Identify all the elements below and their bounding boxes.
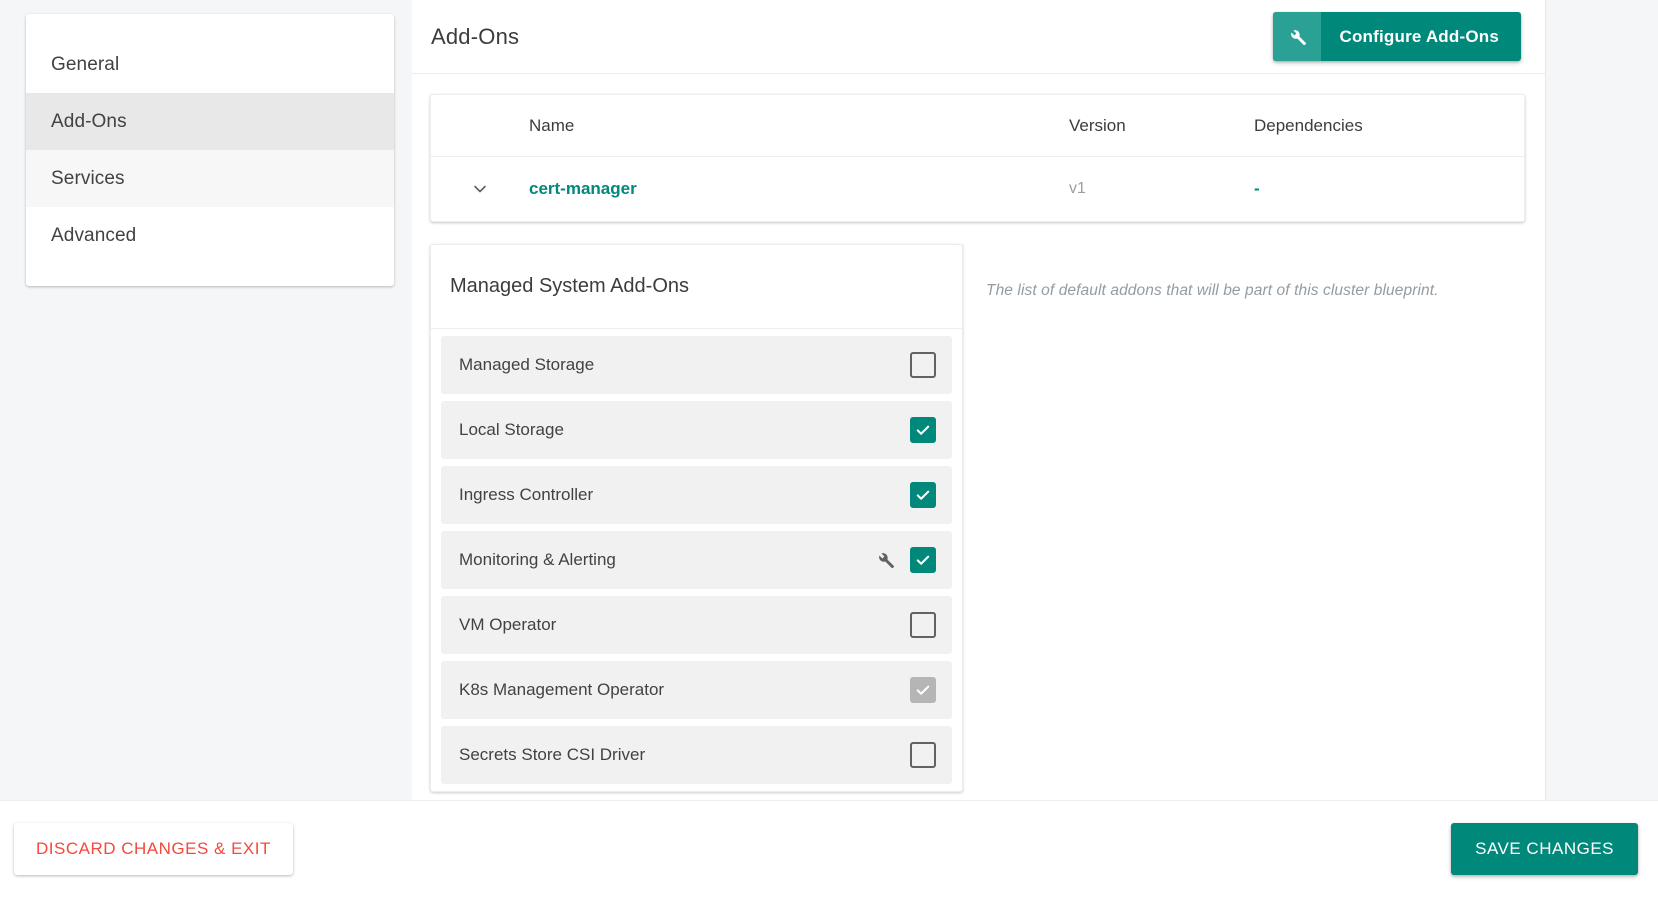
list-item-vm-operator[interactable]: VM Operator — [441, 596, 952, 654]
addon-label: Ingress Controller — [459, 485, 594, 504]
checkbox-vm-operator[interactable] — [910, 612, 936, 638]
addon-label: Local Storage — [459, 420, 564, 439]
sidebar-item-label: General — [51, 53, 120, 75]
main-panel: Add-Ons Configure Add-Ons Name Version D… — [412, 0, 1546, 800]
chevron-down-icon — [470, 179, 490, 199]
managed-system-addons-card: Managed System Add-Ons Managed Storage L… — [430, 244, 963, 792]
addons-table: Name Version Dependencies cert-manager v… — [430, 94, 1525, 222]
addons-info-column: The list of default addons that will be … — [963, 244, 1525, 792]
sidebar-item-advanced[interactable]: Advanced — [26, 207, 394, 264]
configure-add-ons-button[interactable]: Configure Add-Ons — [1273, 12, 1521, 61]
save-changes-button[interactable]: SAVE CHANGES — [1451, 823, 1638, 875]
addon-label: Monitoring & Alerting — [459, 550, 616, 569]
checkbox-local-storage[interactable] — [910, 417, 936, 443]
discard-changes-button[interactable]: DISCARD CHANGES & EXIT — [14, 823, 293, 875]
footer-action-bar: DISCARD CHANGES & EXIT SAVE CHANGES — [0, 800, 1658, 897]
addon-label: VM Operator — [459, 615, 557, 634]
checkbox-managed-storage[interactable] — [910, 352, 936, 378]
body-area: General Add-Ons Services Advanced Add-On… — [0, 0, 1658, 800]
sidebar-card: General Add-Ons Services Advanced — [26, 14, 394, 286]
column-header-name: Name — [529, 115, 575, 135]
column-header-dependencies: Dependencies — [1254, 115, 1363, 135]
checkbox-ingress-controller[interactable] — [910, 482, 936, 508]
list-item-k8s-management-operator[interactable]: K8s Management Operator — [441, 661, 952, 719]
column-header-version: Version — [1069, 115, 1126, 135]
sidebar-item-label: Add-Ons — [51, 110, 127, 132]
list-item-secrets-store-csi-driver[interactable]: Secrets Store CSI Driver — [441, 726, 952, 784]
checkbox-monitoring-alerting[interactable] — [910, 547, 936, 573]
wrench-icon[interactable] — [874, 549, 910, 571]
managed-addons-region: Managed System Add-Ons Managed Storage L… — [430, 244, 1525, 792]
list-item-local-storage[interactable]: Local Storage — [441, 401, 952, 459]
page-title: Add-Ons — [431, 23, 520, 49]
table-row[interactable]: cert-manager v1 - — [431, 157, 1524, 221]
addon-dependencies-value: - — [1254, 179, 1260, 198]
addon-name-cell: cert-manager — [529, 179, 1069, 199]
panel-body: Name Version Dependencies cert-manager v… — [412, 74, 1545, 800]
checkbox-secrets-store-csi-driver[interactable] — [910, 742, 936, 768]
expand-row-toggle[interactable] — [431, 179, 529, 199]
sidebar-region: General Add-Ons Services Advanced — [0, 0, 412, 800]
main-region: Add-Ons Configure Add-Ons Name Version D… — [412, 0, 1658, 800]
managed-addons-list: Managed Storage Local Storage Ingress Co… — [431, 329, 962, 784]
addon-version-cell: v1 — [1069, 180, 1086, 197]
managed-system-addons-title: Managed System Add-Ons — [431, 245, 962, 329]
addon-dependencies-cell: - — [1254, 179, 1524, 199]
addon-label: Secrets Store CSI Driver — [459, 745, 646, 764]
wrench-icon — [1273, 12, 1322, 61]
addon-name-link[interactable]: cert-manager — [529, 179, 637, 198]
checkbox-k8s-management-operator — [910, 677, 936, 703]
sidebar-item-add-ons[interactable]: Add-Ons — [26, 93, 394, 150]
sidebar-item-services[interactable]: Services — [26, 150, 394, 207]
sidebar-item-label: Services — [51, 167, 125, 189]
sidebar-item-general[interactable]: General — [26, 36, 394, 93]
addons-info-note: The list of default addons that will be … — [986, 282, 1439, 299]
addon-label: Managed Storage — [459, 355, 595, 374]
list-item-monitoring-alerting[interactable]: Monitoring & Alerting — [441, 531, 952, 589]
list-item-managed-storage[interactable]: Managed Storage — [441, 336, 952, 394]
panel-header: Add-Ons Configure Add-Ons — [412, 0, 1545, 74]
table-header-row: Name Version Dependencies — [431, 95, 1524, 157]
configure-add-ons-label: Configure Add-Ons — [1339, 26, 1499, 46]
settings-page: General Add-Ons Services Advanced Add-On… — [0, 0, 1658, 897]
sidebar-item-label: Advanced — [51, 224, 137, 246]
addon-label: K8s Management Operator — [459, 680, 665, 699]
list-item-ingress-controller[interactable]: Ingress Controller — [441, 466, 952, 524]
